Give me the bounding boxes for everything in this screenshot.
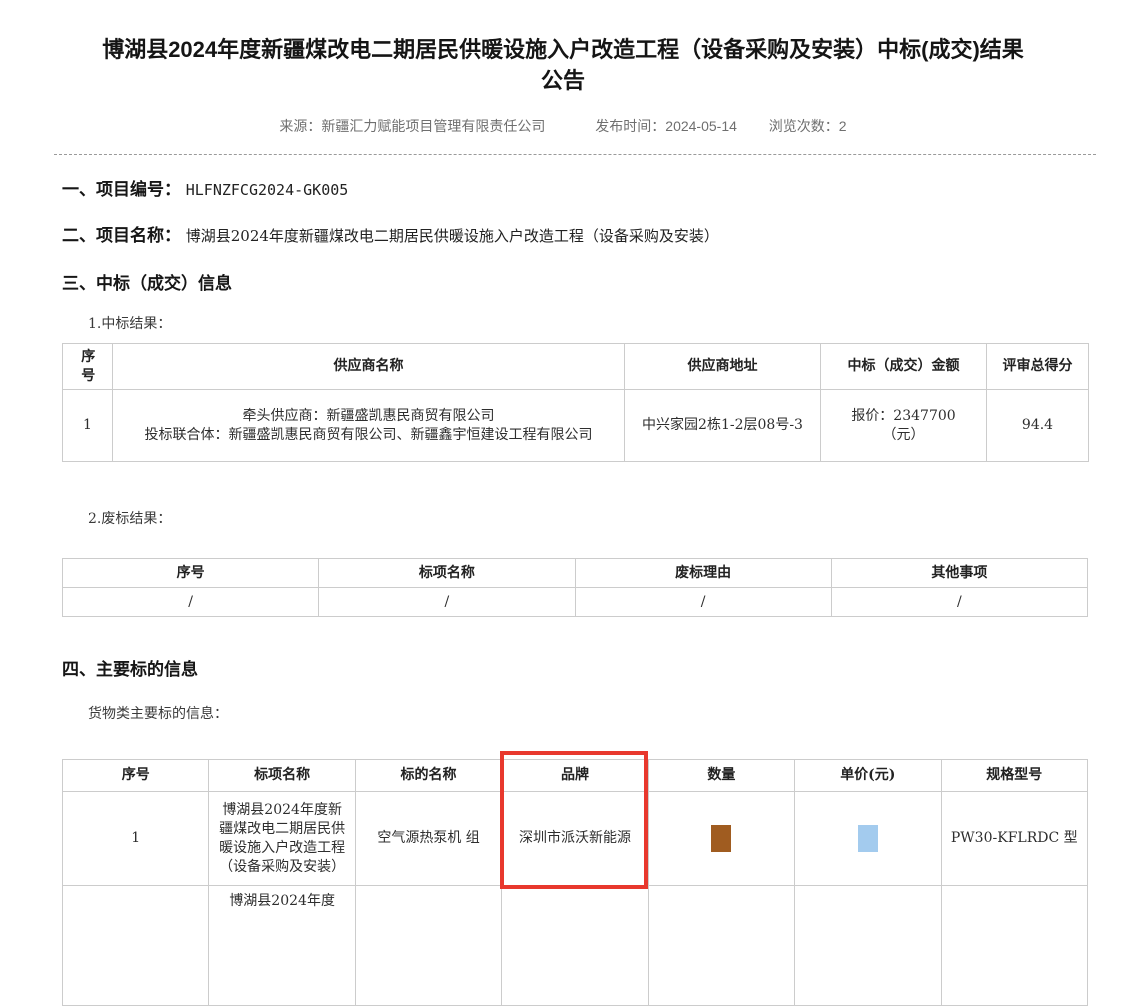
subject-col-subject-name: 标的名称 (355, 760, 501, 792)
page-title-line1: 博湖县2024年度新疆煤改电二期居民供暖设施入户改造工程（设备采购及安装）中标(… (40, 34, 1086, 65)
subject-table-row-1: 1 博湖县2024年度新疆煤改电二期居民供暖设施入户改造工程（设备采购及安装） … (63, 792, 1088, 886)
meta-source-label: 来源： (279, 118, 321, 134)
award-amount-cell: 报价：2347700 （元） (821, 390, 987, 462)
project-name-label: 二、项目名称： (62, 226, 181, 245)
meta-publish-label: 发布时间： (595, 118, 665, 134)
meta-views-label: 浏览次数： (769, 118, 839, 134)
award-supplier-consortium: 投标联合体：新疆盛凯惠民商贸有限公司、新疆鑫宇恒建设工程有限公司 (121, 426, 616, 445)
subject-quantity-cell (648, 792, 794, 886)
rejected-col-other: 其他事项 (831, 559, 1087, 588)
section-project-number: 一、项目编号： HLFNZFCG2024-GK005 (62, 179, 1088, 201)
announcement-body: 一、项目编号： HLFNZFCG2024-GK005 二、项目名称： 博湖县20… (62, 179, 1088, 1006)
meta-publish-time: 发布时间：2024-05-14 (595, 116, 737, 136)
page-title-line2: 公告 (40, 65, 1086, 96)
award-table-row: 1 牵头供应商：新疆盛凯惠民商贸有限公司 投标联合体：新疆盛凯惠民商贸有限公司、… (63, 390, 1089, 462)
rejected-other-cell: / (831, 588, 1087, 617)
unit-price-redacted-swatch (858, 825, 878, 852)
project-name-value: 博湖县2024年度新疆煤改电二期居民供暖设施入户改造工程（设备采购及安装） (186, 227, 719, 245)
project-number-value: HLFNZFCG2024-GK005 (186, 181, 349, 199)
rejected-bid-table: 序号 标项名称 废标理由 其他事项 / / / / (62, 558, 1088, 617)
rejected-table-header-row: 序号 标项名称 废标理由 其他事项 (63, 559, 1088, 588)
award-address-cell: 中兴家园2栋1-2层08号-3 (625, 390, 821, 462)
subject-item-name-cell: 博湖县2024年度新疆煤改电二期居民供暖设施入户改造工程（设备采购及安装） (209, 792, 355, 886)
award-result-table: 序号 供应商名称 供应商地址 中标（成交）金额 评审总得分 1 牵头供应商：新疆… (62, 343, 1089, 462)
rejected-table-row: / / / / (63, 588, 1088, 617)
subject-col-brand: 品牌 (502, 760, 648, 792)
section-main-subject-heading: 四、主要标的信息 (62, 659, 1088, 681)
rejected-reason-cell: / (575, 588, 831, 617)
award-col-amount: 中标（成交）金额 (821, 344, 987, 390)
rejected-col-item: 标项名称 (319, 559, 575, 588)
subject-table-header-row: 序号 标项名称 标的名称 品牌 数量 单价(元) 规格型号 (63, 760, 1088, 792)
subject-item-name-cell-2: 博湖县2024年度 (209, 886, 355, 1006)
goods-subject-sublabel: 货物类主要标的信息： (62, 705, 1088, 723)
award-score-cell: 94.4 (987, 390, 1089, 462)
award-amount-unit: （元） (829, 426, 978, 445)
award-col-supplier-name: 供应商名称 (113, 344, 625, 390)
subject-col-spec-model: 规格型号 (941, 760, 1087, 792)
award-supplier-cell: 牵头供应商：新疆盛凯惠民商贸有限公司 投标联合体：新疆盛凯惠民商贸有限公司、新疆… (113, 390, 625, 462)
award-table-header-row: 序号 供应商名称 供应商地址 中标（成交）金额 评审总得分 (63, 344, 1089, 390)
subject-col-item-name: 标项名称 (209, 760, 355, 792)
subject-seq-cell-2 (63, 886, 209, 1006)
subject-spec-model-cell: PW30-KFLRDC 型 (941, 792, 1087, 886)
subject-col-unit-price: 单价(元) (795, 760, 941, 792)
page-title: 博湖县2024年度新疆煤改电二期居民供暖设施入户改造工程（设备采购及安装）中标(… (40, 34, 1086, 96)
award-amount-value: 报价：2347700 (829, 407, 978, 426)
subject-table-row-2-partial: 博湖县2024年度 (63, 886, 1088, 1006)
meta-bar: 来源：新疆汇力赋能项目管理有限责任公司 发布时间：2024-05-14 浏览次数… (0, 116, 1126, 136)
subject-col-quantity: 数量 (648, 760, 794, 792)
meta-source-value: 新疆汇力赋能项目管理有限责任公司 (321, 118, 545, 134)
subject-name-cell: 空气源热泵机 组 (355, 792, 501, 886)
rejected-result-sublabel: 2.废标结果： (62, 510, 1088, 528)
subject-seq-cell: 1 (63, 792, 209, 886)
quantity-redacted-swatch (711, 825, 731, 852)
rejected-seq-cell: / (63, 588, 319, 617)
award-supplier-lead: 牵头供应商：新疆盛凯惠民商贸有限公司 (121, 407, 616, 426)
project-number-label: 一、项目编号： (62, 180, 181, 199)
meta-publish-value: 2024-05-14 (665, 118, 737, 134)
announcement-page: 博湖县2024年度新疆煤改电二期居民供暖设施入户改造工程（设备采购及安装）中标(… (0, 34, 1126, 1006)
rejected-item-cell: / (319, 588, 575, 617)
subject-col-seq: 序号 (63, 760, 209, 792)
main-subject-table: 序号 标项名称 标的名称 品牌 数量 单价(元) 规格型号 1 博湖县2024年… (62, 759, 1088, 1006)
rejected-col-seq: 序号 (63, 559, 319, 588)
award-col-score: 评审总得分 (987, 344, 1089, 390)
section-project-name: 二、项目名称： 博湖县2024年度新疆煤改电二期居民供暖设施入户改造工程（设备采… (62, 225, 1088, 247)
award-seq-cell: 1 (63, 390, 113, 462)
dashed-divider (54, 154, 1096, 155)
meta-source: 来源：新疆汇力赋能项目管理有限责任公司 (279, 116, 545, 136)
subject-brand-cell: 深圳市派沃新能源 (502, 792, 648, 886)
meta-views-value: 2 (839, 118, 847, 134)
meta-view-count: 浏览次数：2 (769, 116, 847, 136)
subject-unit-price-cell (795, 792, 941, 886)
award-result-sublabel: 1.中标结果： (62, 315, 1088, 333)
section-award-info-heading: 三、中标（成交）信息 (62, 273, 1088, 295)
award-col-seq: 序号 (63, 344, 113, 390)
rejected-col-reason: 废标理由 (575, 559, 831, 588)
award-col-supplier-address: 供应商地址 (625, 344, 821, 390)
subject-table-wrapper: 序号 标项名称 标的名称 品牌 数量 单价(元) 规格型号 1 博湖县2024年… (62, 759, 1088, 1006)
